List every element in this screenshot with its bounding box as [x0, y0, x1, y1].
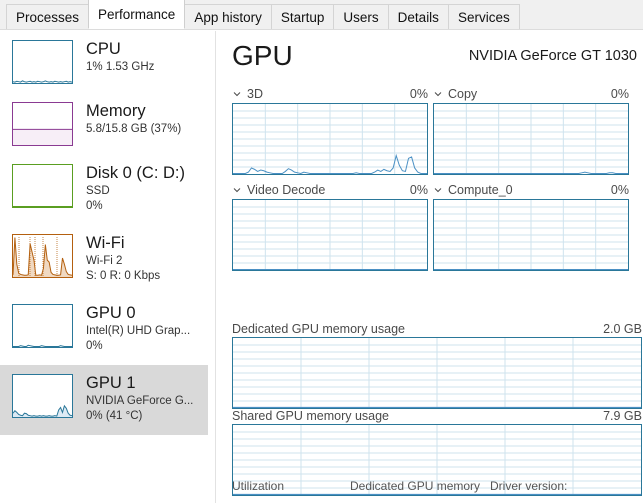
- memory-max-value: 2.0 GB: [603, 321, 642, 336]
- panel-header: GPU NVIDIA GeForce GT 1030: [232, 39, 639, 79]
- sidebar-item-gpu-1[interactable]: GPU 1 NVIDIA GeForce G... 0% (41 °C): [0, 365, 208, 435]
- sidebar-item-disk-0-c-d[interactable]: Disk 0 (C: D:) SSD 0%: [0, 155, 208, 225]
- page-title: GPU: [232, 40, 293, 71]
- sidebar-item-detail-1: 5.8/15.8 GB (37%): [86, 123, 182, 135]
- tab-processes[interactable]: Processes: [6, 4, 90, 29]
- sidebar-item-detail-2: S: 0 R: 0 Kbps: [86, 270, 161, 282]
- sidebar-thumbnail-graph: [12, 102, 73, 146]
- sidebar-item-text: GPU 0 Intel(R) UHD Grap... 0%: [86, 304, 190, 353]
- sidebar-thumbnail-graph: [12, 234, 73, 278]
- memory-label: Shared GPU memory usage: [232, 408, 390, 423]
- sidebar-item-cpu[interactable]: CPU 1% 1.53 GHz: [0, 31, 208, 93]
- tab-label: Users: [343, 9, 379, 25]
- sidebar-thumbnail-graph: [12, 374, 73, 418]
- sidebar-item-detail-1: NVIDIA GeForce G...: [86, 395, 194, 407]
- engine-graph-compute-0: [433, 199, 629, 271]
- sidebar-item-text: GPU 1 NVIDIA GeForce G... 0% (41 °C): [86, 374, 193, 423]
- memory-max-value: 7.9 GB: [603, 408, 642, 423]
- sidebar-item-label: GPU 1: [86, 374, 136, 392]
- sidebar-item-label: Wi-Fi: [86, 234, 125, 252]
- gpu-detail-panel: GPU NVIDIA GeForce GT 1030 3D 0% Copy 0% Vid…: [216, 31, 643, 503]
- memory-header-shared: Shared GPU memory usage 7.9 GB: [232, 408, 642, 423]
- sidebar-item-memory[interactable]: Memory 5.8/15.8 GB (37%): [0, 93, 208, 155]
- engine-graph-3d: [232, 103, 428, 175]
- engine-label: Compute_0: [448, 183, 513, 197]
- engine-header-copy[interactable]: Copy 0%: [433, 86, 629, 102]
- tab-performance[interactable]: Performance: [88, 0, 186, 29]
- sidebar-item-detail-1: Intel(R) UHD Grap...: [86, 325, 191, 337]
- tab-label: Performance: [98, 6, 176, 22]
- sidebar-thumbnail-graph: [12, 304, 73, 348]
- sidebar-item-label: CPU: [86, 40, 121, 58]
- tab-users[interactable]: Users: [333, 4, 389, 29]
- engine-graph-copy: [433, 103, 629, 175]
- memory-label: Dedicated GPU memory usage: [232, 321, 405, 336]
- sidebar-item-label: GPU 0: [86, 304, 136, 322]
- chevron-down-icon[interactable]: [232, 89, 242, 99]
- engine-header-video-decode[interactable]: Video Decode 0%: [232, 182, 428, 198]
- tab-app-history[interactable]: App history: [184, 4, 272, 29]
- sidebar-item-text: Wi-Fi Wi-Fi 2 S: 0 R: 0 Kbps: [86, 234, 160, 283]
- engine-value: 0%: [409, 87, 428, 101]
- engine-graph-video-decode: [232, 199, 428, 271]
- footer-label-0: Utilization: [232, 479, 285, 493]
- stats-footer: Utilization Dedicated GPU memory Driver ve…: [232, 479, 642, 499]
- engine-label: Copy: [448, 87, 478, 101]
- sidebar-item-detail-2: 0%: [86, 340, 103, 352]
- tab-label: App history: [194, 9, 262, 25]
- sidebar-item-wi-fi[interactable]: Wi-Fi Wi-Fi 2 S: 0 R: 0 Kbps: [0, 225, 208, 295]
- footer-label-1: Dedicated GPU memory: [350, 479, 481, 493]
- tab-label: Startup: [280, 9, 325, 25]
- engine-label: 3D: [247, 87, 263, 101]
- chevron-down-icon[interactable]: [232, 185, 242, 195]
- tab-label: Services: [457, 9, 510, 25]
- sidebar-item-text: Memory 5.8/15.8 GB (37%): [86, 102, 181, 136]
- sidebar-item-detail-1: Wi-Fi 2: [86, 255, 123, 267]
- tab-startup[interactable]: Startup: [270, 4, 335, 29]
- sidebar-item-text: Disk 0 (C: D:) SSD 0%: [86, 164, 185, 213]
- device-name: NVIDIA GeForce GT 1030: [468, 48, 637, 64]
- engine-value: 0%: [610, 183, 629, 197]
- sidebar-item-detail-2: 0%: [86, 200, 103, 212]
- tab-label: Processes: [16, 9, 80, 25]
- memory-header-dedicated: Dedicated GPU memory usage 2.0 GB: [232, 321, 642, 336]
- engine-label: Video Decode: [247, 183, 326, 197]
- engine-value: 0%: [409, 183, 428, 197]
- engine-header-compute-0[interactable]: Compute_0 0%: [433, 182, 629, 198]
- engine-header-3d[interactable]: 3D 0%: [232, 86, 428, 102]
- sidebar-item-label: Memory: [86, 102, 146, 120]
- tab-details[interactable]: Details: [387, 4, 449, 29]
- chevron-down-icon[interactable]: [433, 185, 443, 195]
- tab-label: Details: [397, 9, 439, 25]
- sidebar-thumbnail-graph: [12, 164, 73, 208]
- sidebar-thumbnail-graph: [12, 40, 73, 84]
- sidebar-item-detail-1: 1% 1.53 GHz: [86, 61, 155, 73]
- tab-services[interactable]: Services: [447, 4, 520, 29]
- sidebar-item-detail-2: 0% (41 °C): [86, 410, 143, 422]
- sidebar-item-detail-1: SSD: [86, 185, 110, 197]
- sidebar-item-text: CPU 1% 1.53 GHz: [86, 40, 154, 74]
- tab-bar: Processes Performance App history Startup Us…: [0, 0, 643, 30]
- chevron-down-icon[interactable]: [433, 89, 443, 99]
- resource-sidebar: CPU 1% 1.53 GHz Memory 5.8/15.8 GB (37%) Dis…: [0, 31, 208, 503]
- footer-label-2: Driver version:: [490, 479, 568, 493]
- engine-value: 0%: [610, 87, 629, 101]
- sidebar-item-label: Disk 0 (C: D:): [86, 164, 185, 182]
- sidebar-item-gpu-0[interactable]: GPU 0 Intel(R) UHD Grap... 0%: [0, 295, 208, 365]
- memory-graph-dedicated: [232, 337, 642, 409]
